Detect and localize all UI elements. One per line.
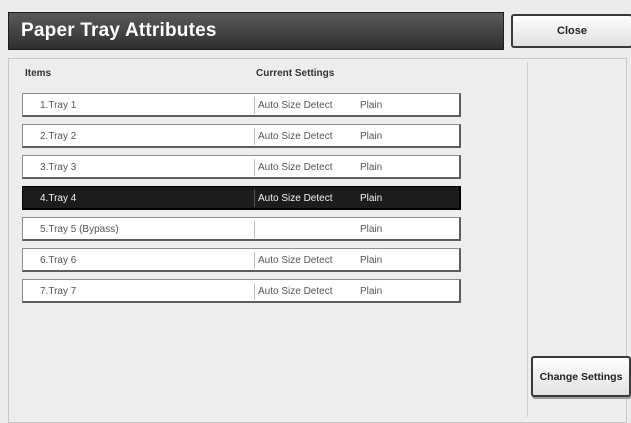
tray-row[interactable]: 3.Tray 3 Auto Size Detect Plain — [22, 155, 461, 179]
tray-paper-type: Plain — [360, 286, 383, 297]
tray-paper-type: Plain — [360, 131, 383, 142]
row-separator — [254, 252, 255, 269]
tray-name: 5.Tray 5 (Bypass) — [40, 224, 119, 235]
row-separator — [254, 128, 255, 145]
title-bar: Paper Tray Attributes — [8, 12, 504, 50]
tray-paper-size: Auto Size Detect — [258, 193, 333, 204]
tray-name: 6.Tray 6 — [40, 255, 77, 266]
page-title: Paper Tray Attributes — [21, 20, 217, 41]
tray-name: 2.Tray 2 — [40, 131, 77, 142]
change-settings-button[interactable]: Change Settings — [531, 356, 631, 397]
panel-divider — [527, 62, 528, 417]
tray-paper-size: Auto Size Detect — [258, 255, 333, 266]
row-separator — [254, 97, 255, 114]
tray-row[interactable]: 4.Tray 4 Auto Size Detect Plain — [22, 186, 461, 210]
paper-tray-attributes-screen: Paper Tray Attributes Close Items Curren… — [0, 0, 631, 423]
tray-row[interactable]: 5.Tray 5 (Bypass) Plain — [22, 217, 461, 241]
tray-paper-type: Plain — [360, 193, 383, 204]
tray-paper-type: Plain — [360, 224, 383, 235]
tray-paper-type: Plain — [360, 162, 383, 173]
tray-name: 4.Tray 4 — [40, 193, 77, 204]
tray-paper-size: Auto Size Detect — [258, 100, 333, 111]
tray-name: 7.Tray 7 — [40, 286, 77, 297]
tray-row[interactable]: 1.Tray 1 Auto Size Detect Plain — [22, 93, 461, 117]
row-separator — [254, 159, 255, 176]
row-separator — [254, 221, 255, 238]
column-header-items: Items — [25, 68, 52, 79]
tray-row[interactable]: 6.Tray 6 Auto Size Detect Plain — [22, 248, 461, 272]
tray-row[interactable]: 2.Tray 2 Auto Size Detect Plain — [22, 124, 461, 148]
tray-paper-type: Plain — [360, 100, 383, 111]
row-separator — [254, 283, 255, 300]
tray-paper-size: Auto Size Detect — [258, 162, 333, 173]
column-header-current-settings: Current Settings — [256, 68, 335, 79]
tray-paper-size: Auto Size Detect — [258, 131, 333, 142]
tray-paper-size: Auto Size Detect — [258, 286, 333, 297]
tray-name: 3.Tray 3 — [40, 162, 77, 173]
tray-row[interactable]: 7.Tray 7 Auto Size Detect Plain — [22, 279, 461, 303]
tray-name: 1.Tray 1 — [40, 100, 77, 111]
close-button[interactable]: Close — [511, 14, 631, 48]
row-separator — [254, 190, 255, 207]
tray-paper-type: Plain — [360, 255, 383, 266]
